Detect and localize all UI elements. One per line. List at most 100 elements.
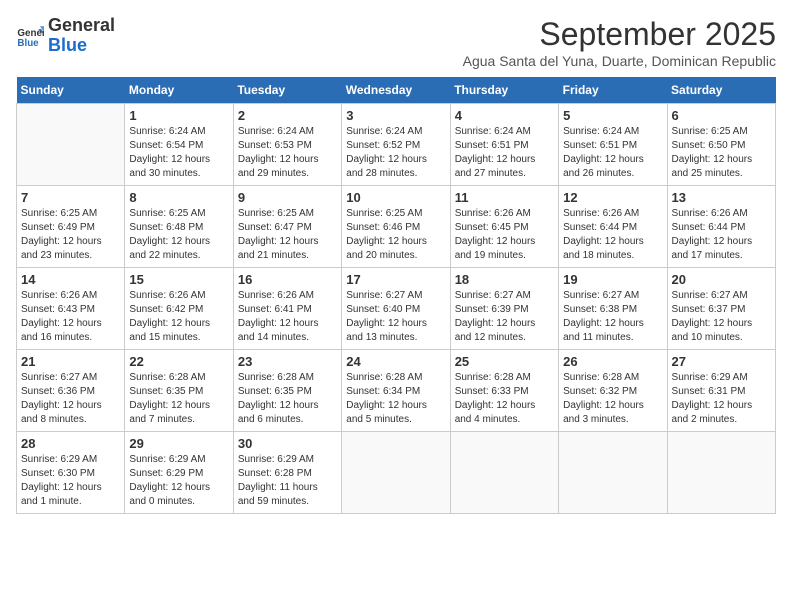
calendar-cell: 1Sunrise: 6:24 AM Sunset: 6:54 PM Daylig… bbox=[125, 104, 233, 186]
day-number: 25 bbox=[455, 354, 554, 369]
cell-info: Sunrise: 6:27 AM Sunset: 6:40 PM Dayligh… bbox=[346, 289, 445, 345]
calendar-cell: 4 Sunrise: 6:24 AM Sunset: 6:51 PM Daylig… bbox=[450, 104, 558, 186]
calendar-cell: 24 Sunrise: 6:28 AM Sunset: 6:34 PM Dayli… bbox=[342, 350, 450, 432]
cell-info: Sunrise: 6:27 AM Sunset: 6:39 PM Dayligh… bbox=[455, 289, 554, 345]
page-header: General Blue General Blue September 2025… bbox=[16, 16, 776, 69]
day-number: 6 bbox=[672, 108, 771, 123]
day-number: 7 bbox=[21, 190, 120, 205]
day-number: 13 bbox=[672, 190, 771, 205]
calendar-cell: 20 Sunrise: 6:27 AM Sunset: 6:37 PM Dayli… bbox=[667, 268, 775, 350]
cell-info: Sunrise: 6:25 AM Sunset: 6:50 PM Dayligh… bbox=[672, 125, 771, 181]
day-number: 26 bbox=[563, 354, 662, 369]
header-row: Sunday Monday Tuesday Wednesday Thursday… bbox=[17, 77, 776, 104]
calendar-cell: 17Sunrise: 6:27 AM Sunset: 6:40 PM Dayli… bbox=[342, 268, 450, 350]
col-monday: Monday bbox=[125, 77, 233, 104]
calendar-header: Sunday Monday Tuesday Wednesday Thursday… bbox=[17, 77, 776, 104]
calendar-cell: 27Sunrise: 6:29 AM Sunset: 6:31 PM Dayli… bbox=[667, 350, 775, 432]
cell-info: Sunrise: 6:27 AM Sunset: 6:37 PM Dayligh… bbox=[672, 289, 771, 345]
subtitle: Agua Santa del Yuna, Duarte, Dominican R… bbox=[463, 53, 776, 69]
day-number: 11 bbox=[455, 190, 554, 205]
calendar-week-1: 1Sunrise: 6:24 AM Sunset: 6:54 PM Daylig… bbox=[17, 104, 776, 186]
calendar-cell: 22Sunrise: 6:28 AM Sunset: 6:35 PM Dayli… bbox=[125, 350, 233, 432]
cell-info: Sunrise: 6:29 AM Sunset: 6:30 PM Dayligh… bbox=[21, 453, 120, 509]
cell-info: Sunrise: 6:26 AM Sunset: 6:44 PM Dayligh… bbox=[563, 207, 662, 263]
cell-info: Sunrise: 6:24 AM Sunset: 6:54 PM Dayligh… bbox=[129, 125, 228, 181]
day-number: 19 bbox=[563, 272, 662, 287]
calendar-cell bbox=[450, 432, 558, 514]
cell-info: Sunrise: 6:27 AM Sunset: 6:38 PM Dayligh… bbox=[563, 289, 662, 345]
calendar-cell bbox=[559, 432, 667, 514]
title-block: September 2025 Agua Santa del Yuna, Duar… bbox=[463, 16, 776, 69]
cell-info: Sunrise: 6:26 AM Sunset: 6:44 PM Dayligh… bbox=[672, 207, 771, 263]
day-number: 15 bbox=[129, 272, 228, 287]
cell-info: Sunrise: 6:26 AM Sunset: 6:45 PM Dayligh… bbox=[455, 207, 554, 263]
col-wednesday: Wednesday bbox=[342, 77, 450, 104]
calendar-week-2: 7 Sunrise: 6:25 AM Sunset: 6:49 PM Daylig… bbox=[17, 186, 776, 268]
day-number: 29 bbox=[129, 436, 228, 451]
cell-info: Sunrise: 6:28 AM Sunset: 6:35 PM Dayligh… bbox=[129, 371, 228, 427]
calendar-cell: 25 Sunrise: 6:28 AM Sunset: 6:33 PM Dayli… bbox=[450, 350, 558, 432]
col-tuesday: Tuesday bbox=[233, 77, 341, 104]
day-number: 18 bbox=[455, 272, 554, 287]
calendar-cell: 28 Sunrise: 6:29 AM Sunset: 6:30 PM Dayli… bbox=[17, 432, 125, 514]
calendar-table: Sunday Monday Tuesday Wednesday Thursday… bbox=[16, 77, 776, 514]
day-number: 21 bbox=[21, 354, 120, 369]
calendar-cell: 21 Sunrise: 6:27 AM Sunset: 6:36 PM Dayli… bbox=[17, 350, 125, 432]
day-number: 3 bbox=[346, 108, 445, 123]
cell-info: Sunrise: 6:28 AM Sunset: 6:33 PM Dayligh… bbox=[455, 371, 554, 427]
day-number: 23 bbox=[238, 354, 337, 369]
day-number: 5 bbox=[563, 108, 662, 123]
calendar-cell: 12 Sunrise: 6:26 AM Sunset: 6:44 PM Dayli… bbox=[559, 186, 667, 268]
day-number: 2 bbox=[238, 108, 337, 123]
calendar-cell bbox=[667, 432, 775, 514]
col-thursday: Thursday bbox=[450, 77, 558, 104]
cell-info: Sunrise: 6:29 AM Sunset: 6:29 PM Dayligh… bbox=[129, 453, 228, 509]
day-number: 24 bbox=[346, 354, 445, 369]
calendar-cell: 18 Sunrise: 6:27 AM Sunset: 6:39 PM Dayli… bbox=[450, 268, 558, 350]
col-friday: Friday bbox=[559, 77, 667, 104]
calendar-cell: 6 Sunrise: 6:25 AM Sunset: 6:50 PM Daylig… bbox=[667, 104, 775, 186]
calendar-cell: 29 Sunrise: 6:29 AM Sunset: 6:29 PM Dayli… bbox=[125, 432, 233, 514]
calendar-cell: 3 Sunrise: 6:24 AM Sunset: 6:52 PM Daylig… bbox=[342, 104, 450, 186]
day-number: 30 bbox=[238, 436, 337, 451]
day-number: 28 bbox=[21, 436, 120, 451]
calendar-cell: 7 Sunrise: 6:25 AM Sunset: 6:49 PM Daylig… bbox=[17, 186, 125, 268]
day-number: 16 bbox=[238, 272, 337, 287]
cell-info: Sunrise: 6:24 AM Sunset: 6:53 PM Dayligh… bbox=[238, 125, 337, 181]
cell-info: Sunrise: 6:28 AM Sunset: 6:35 PM Dayligh… bbox=[238, 371, 337, 427]
cell-info: Sunrise: 6:24 AM Sunset: 6:52 PM Dayligh… bbox=[346, 125, 445, 181]
logo: General Blue General Blue bbox=[16, 16, 115, 56]
calendar-cell: 19 Sunrise: 6:27 AM Sunset: 6:38 PM Dayli… bbox=[559, 268, 667, 350]
cell-info: Sunrise: 6:25 AM Sunset: 6:49 PM Dayligh… bbox=[21, 207, 120, 263]
cell-info: Sunrise: 6:26 AM Sunset: 6:42 PM Dayligh… bbox=[129, 289, 228, 345]
day-number: 12 bbox=[563, 190, 662, 205]
cell-info: Sunrise: 6:28 AM Sunset: 6:34 PM Dayligh… bbox=[346, 371, 445, 427]
day-number: 4 bbox=[455, 108, 554, 123]
cell-info: Sunrise: 6:27 AM Sunset: 6:36 PM Dayligh… bbox=[21, 371, 120, 427]
cell-info: Sunrise: 6:25 AM Sunset: 6:47 PM Dayligh… bbox=[238, 207, 337, 263]
calendar-cell: 2 Sunrise: 6:24 AM Sunset: 6:53 PM Daylig… bbox=[233, 104, 341, 186]
calendar-cell bbox=[342, 432, 450, 514]
calendar-cell: 5 Sunrise: 6:24 AM Sunset: 6:51 PM Daylig… bbox=[559, 104, 667, 186]
calendar-cell bbox=[17, 104, 125, 186]
calendar-cell: 11 Sunrise: 6:26 AM Sunset: 6:45 PM Dayli… bbox=[450, 186, 558, 268]
cell-info: Sunrise: 6:25 AM Sunset: 6:48 PM Dayligh… bbox=[129, 207, 228, 263]
calendar-week-5: 28 Sunrise: 6:29 AM Sunset: 6:30 PM Dayli… bbox=[17, 432, 776, 514]
calendar-cell: 10Sunrise: 6:25 AM Sunset: 6:46 PM Dayli… bbox=[342, 186, 450, 268]
calendar-cell: 30Sunrise: 6:29 AM Sunset: 6:28 PM Dayli… bbox=[233, 432, 341, 514]
cell-info: Sunrise: 6:24 AM Sunset: 6:51 PM Dayligh… bbox=[563, 125, 662, 181]
calendar-cell: 14Sunrise: 6:26 AM Sunset: 6:43 PM Dayli… bbox=[17, 268, 125, 350]
calendar-body: 1Sunrise: 6:24 AM Sunset: 6:54 PM Daylig… bbox=[17, 104, 776, 514]
day-number: 20 bbox=[672, 272, 771, 287]
col-saturday: Saturday bbox=[667, 77, 775, 104]
col-sunday: Sunday bbox=[17, 77, 125, 104]
cell-info: Sunrise: 6:28 AM Sunset: 6:32 PM Dayligh… bbox=[563, 371, 662, 427]
svg-text:Blue: Blue bbox=[17, 38, 39, 49]
calendar-cell: 13 Sunrise: 6:26 AM Sunset: 6:44 PM Dayli… bbox=[667, 186, 775, 268]
calendar-cell: 9 Sunrise: 6:25 AM Sunset: 6:47 PM Daylig… bbox=[233, 186, 341, 268]
day-number: 9 bbox=[238, 190, 337, 205]
calendar-cell: 23 Sunrise: 6:28 AM Sunset: 6:35 PM Dayli… bbox=[233, 350, 341, 432]
cell-info: Sunrise: 6:26 AM Sunset: 6:41 PM Dayligh… bbox=[238, 289, 337, 345]
month-title: September 2025 bbox=[463, 16, 776, 53]
cell-info: Sunrise: 6:24 AM Sunset: 6:51 PM Dayligh… bbox=[455, 125, 554, 181]
